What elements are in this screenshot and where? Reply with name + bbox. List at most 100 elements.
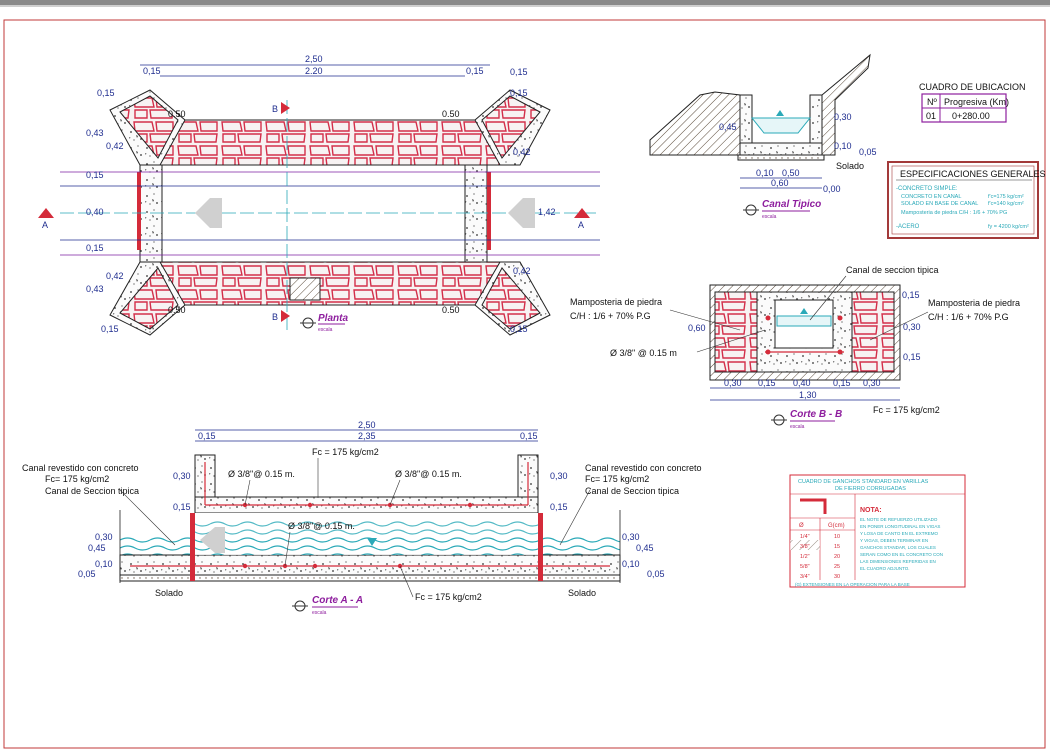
- ganchos-nota-line: SERAN COMO EN EL CONCRETO CON: [860, 552, 943, 557]
- section-a-rebar-1: Ø 3/8"@ 0.15 m.: [228, 469, 295, 479]
- plan-dim-043-left-2: 0,43: [86, 284, 104, 294]
- ubicacion-col-no: Nº: [927, 97, 937, 107]
- section-a-dim-250: 2,50: [358, 420, 376, 430]
- section-a-dim-015-right: 0,15: [520, 431, 538, 441]
- section-b-dim-040: 0,40: [793, 378, 811, 388]
- typical-dim-030: 0,30: [834, 112, 852, 122]
- section-b-dim-015r: 0,15: [903, 352, 921, 362]
- section-b-scale: escala: [790, 424, 805, 430]
- plan-dim-side-right: 0,15: [466, 66, 484, 76]
- plan-dim-042-left: 0,42: [106, 141, 124, 151]
- ganchos-nota-line: EL NOTE DE REFUERZO UTILIZADO: [860, 517, 938, 522]
- section-b-dim-015c: 0,15: [833, 378, 851, 388]
- plan-dim-042-right: 0,42: [513, 147, 531, 157]
- specs-canal: CONCRETO EN CANAL: [901, 194, 961, 200]
- plan-dim-left-015b: 0,15: [86, 243, 104, 253]
- specs-canal-fc: f'c=175 kg/cm²: [988, 194, 1024, 200]
- typical-canal: 0,45 0,30 0,10 0,05 Solado 0,10 0,50 0,6…: [649, 53, 877, 220]
- section-a-left-010: 0,10: [95, 559, 113, 569]
- ganchos-footer: (G) EXTENSIONES EN LA OPERACION PARA LA …: [795, 582, 910, 587]
- specs-concrete: -CONCRETO SIMPLE:: [896, 186, 958, 192]
- specs-solado-fc: f'c=140 kg/cm²: [988, 201, 1024, 207]
- plan-dim-042-right-2: 0,42: [513, 266, 531, 276]
- section-a-left-l1: Canal revestido con concreto: [22, 463, 139, 473]
- ganchos-row-g: 20: [834, 554, 840, 560]
- section-a-right-010: 0,10: [622, 559, 640, 569]
- ganchos-row-diam: 1/2": [800, 554, 810, 560]
- plan-dim-wall-left: 0,15: [97, 88, 115, 98]
- section-b-title: Corte B - B: [790, 409, 842, 420]
- ubicacion-row-prog: 0+280.00: [952, 111, 990, 121]
- section-a-left-045: 0,45: [88, 543, 106, 553]
- section-a-rebar-2: Ø 3/8"@ 0.15 m.: [395, 469, 462, 479]
- plan-bottom-wall: [159, 261, 501, 306]
- section-b-dim-060: 0,60: [688, 323, 706, 333]
- ubicacion-table: CUADRO DE UBICACION Nº Progresiva (Km) 0…: [919, 82, 1026, 123]
- plan-dim-right-142: 1,42: [538, 207, 556, 217]
- section-b-right-l2: C/H : 1/6 + 70% P.G: [928, 312, 1009, 322]
- flow-arrow-right: [508, 198, 535, 228]
- section-a-rebar-3: Ø 3/8"@ 0.15 m.: [288, 521, 355, 531]
- plan-dim-total: 2,50: [305, 54, 323, 64]
- ganchos-row-g: 30: [834, 574, 840, 580]
- section-marker-a-left: A: [42, 220, 48, 230]
- section-b-dim-030a: 0,30: [724, 378, 742, 388]
- section-b-dim-015a: 0,15: [902, 290, 920, 300]
- plan-dim-015-top-right: 0,15: [510, 67, 528, 77]
- plan-dim-043-left: 0,43: [86, 128, 104, 138]
- section-a-right-030: 0,30: [622, 532, 640, 542]
- section-marker-b-top: B: [272, 104, 278, 114]
- ganchos-title-2: DE FIERRO CORRUGADAS: [835, 486, 906, 492]
- specs-box: ESPECIFICACIONES GENERALES -CONCRETO SIM…: [887, 161, 1046, 239]
- typical-dim-010: 0,10: [834, 141, 852, 151]
- section-b-left-l1: Mamposteria de piedra: [570, 297, 662, 307]
- ganchos-row-g: 25: [834, 564, 840, 570]
- plan-dim-left-040: 0,40: [86, 207, 104, 217]
- specs-solado: SOLADO EN BASE DE CANAL: [901, 201, 978, 207]
- section-b-rebar: Ø 3/8" @ 0.15 m: [610, 348, 677, 358]
- typical-scale: escala: [762, 214, 777, 220]
- section-b-dim-030r: 0,30: [903, 322, 921, 332]
- plan-scale: escala: [318, 327, 333, 333]
- section-a-soil-left: Solado: [155, 588, 183, 598]
- section-b-right-l1: Mamposteria de piedra: [928, 298, 1020, 308]
- section-a-soil-right: Solado: [568, 588, 596, 598]
- section-marker-a-right: A: [578, 220, 584, 230]
- section-a-dim-235: 2,35: [358, 431, 376, 441]
- plan-dim-050-top-right: 0.50: [442, 109, 460, 119]
- section-b-fc: Fc = 175 kg/cm2: [873, 405, 940, 415]
- ganchos-nota-line: GANCHOS STANDAR, LOS CUALES: [860, 545, 936, 550]
- section-a-dim-015-left: 0,15: [198, 431, 216, 441]
- section-a-right-l1: Canal revestido con concreto: [585, 463, 702, 473]
- ganchos-header-diam: Ø: [799, 523, 804, 529]
- section-b-label-top: Canal de seccion tipica: [846, 265, 939, 275]
- ganchos-nota-line: LAS DIMENSIONES REFERIDAS EN: [860, 559, 936, 564]
- plan-dim-left-015a: 0,15: [86, 170, 104, 180]
- plan-dim-side-left: 0,15: [143, 66, 161, 76]
- typical-dim-050: 0,50: [782, 168, 800, 178]
- drawing-canvas: 2,50 2.20 0,15 0,15 0,15 0,15 0,43 0,42 …: [3, 19, 1046, 749]
- typical-dim-010b: 0,10: [756, 168, 774, 178]
- specs-acero-fy: fy = 4200 kg/cm²: [988, 224, 1029, 230]
- typical-soil-label: Solado: [836, 161, 864, 171]
- ganchos-nota-title: NOTA:: [860, 507, 882, 514]
- section-b-dim-015b: 0,15: [758, 378, 776, 388]
- ubicacion-row-no: 01: [926, 111, 936, 121]
- ubicacion-col-prog: Progresiva (Km): [944, 97, 1009, 107]
- section-a-scale: escala: [312, 610, 327, 616]
- plan-title: Planta: [318, 313, 348, 324]
- ganchos-nota-line: EL CUADRO ADJUNTO.: [860, 566, 910, 571]
- specs-title: ESPECIFICACIONES GENERALES: [900, 169, 1046, 179]
- plan-dim-inner: 2.20: [305, 66, 323, 76]
- ganchos-row-diam: 3/4": [800, 574, 810, 580]
- ubicacion-title: CUADRO DE UBICACION: [919, 82, 1026, 92]
- ganchos-table: CUADRO DE GANCHOS STANDARD EN VARILLAS D…: [789, 474, 966, 588]
- ganchos-row-g: 15: [834, 544, 840, 550]
- specs-mamposteria: Mamposteria de piedra C/H : 1/6 + 70% PG: [901, 210, 1007, 216]
- section-a-left-l2: Fc= 175 kg/cm2: [45, 474, 109, 484]
- section-b-dim-130: 1,30: [799, 390, 817, 400]
- section-a-dim-015b: 0,15: [550, 502, 568, 512]
- window-top-strip: [0, 5, 1050, 7]
- plan-dim-050-top-left: 0.50: [168, 109, 186, 119]
- ganchos-row-diam: 3/8": [800, 544, 810, 550]
